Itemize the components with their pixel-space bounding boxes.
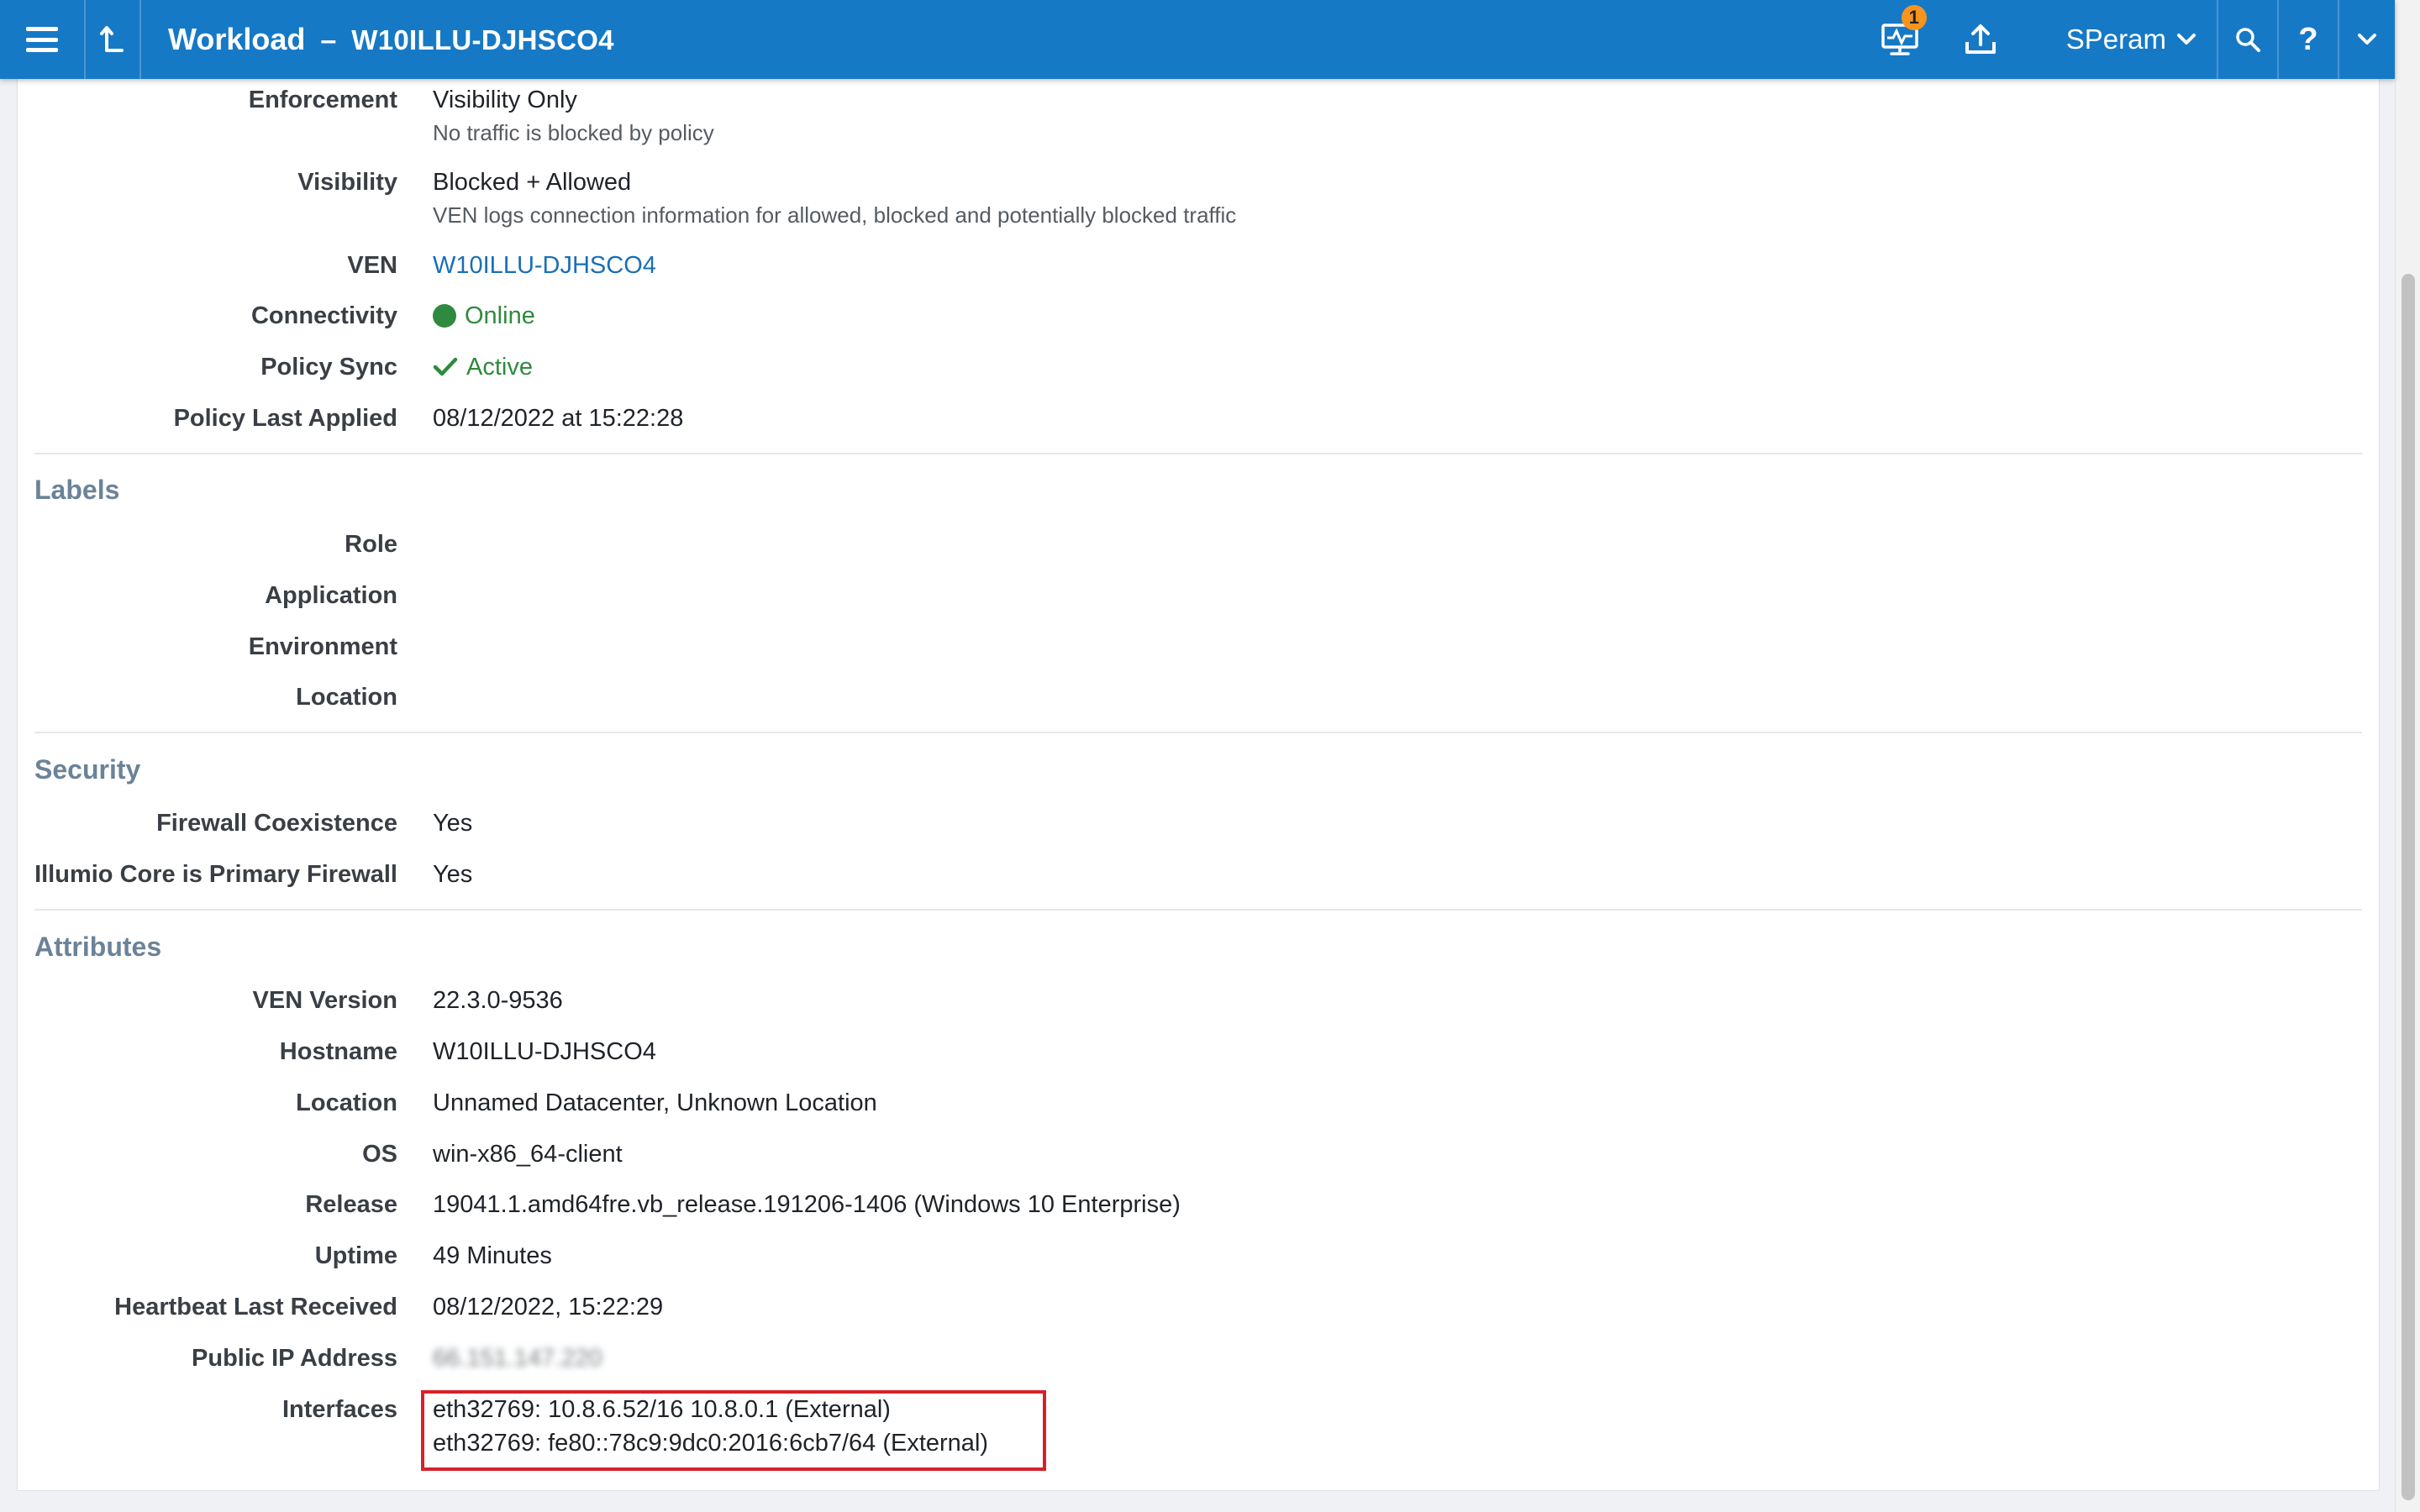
field-label: Release xyxy=(305,1191,397,1218)
page-title-separator: – xyxy=(320,24,337,56)
user-name: SPeram xyxy=(2065,24,2166,55)
user-menu-button[interactable]: SPeram xyxy=(2041,0,2217,79)
field-value: W10ILLU-DJHSCO4 xyxy=(433,1038,656,1065)
field-label: Uptime xyxy=(314,1242,397,1269)
section-divider xyxy=(34,453,2362,454)
search-icon xyxy=(2236,28,2260,52)
field-value: 08/12/2022 at 15:22:28 xyxy=(433,405,684,432)
search-button[interactable] xyxy=(2218,0,2277,79)
vertical-scrollbar[interactable] xyxy=(2395,0,2420,1512)
field-label: Policy Sync xyxy=(260,354,397,381)
field-label: Connectivity xyxy=(250,302,397,329)
field-label: Role xyxy=(345,531,397,558)
page-title-workload-name: W10ILLU-DJHSCO4 xyxy=(351,24,614,55)
notification-badge: 1 xyxy=(1901,5,1927,30)
check-icon xyxy=(433,357,458,376)
field-label: Public IP Address xyxy=(192,1345,397,1372)
policy-sync-status: Active xyxy=(433,354,533,381)
back-icon xyxy=(100,26,124,52)
workload-details-panel: Enforcement Visibility Only No traffic i… xyxy=(17,50,2380,1491)
page-title: Workload – W10ILLU-DJHSCO4 xyxy=(141,22,614,57)
chevron-down-icon xyxy=(2358,34,2376,45)
connectivity-value: Online xyxy=(465,302,535,329)
field-label: VEN xyxy=(347,252,397,279)
interfaces-highlight-box xyxy=(421,1390,1046,1471)
field-label: Illumio Core is Primary Firewall xyxy=(34,861,397,888)
field-value: 08/12/2022, 15:22:29 xyxy=(433,1294,664,1320)
scrollbar-thumb[interactable] xyxy=(2402,274,2415,1500)
section-divider xyxy=(34,909,2362,911)
policy-sync-value: Active xyxy=(466,354,533,381)
top-navigation-bar: Workload – W10ILLU-DJHSCO4 1 SPeram ? xyxy=(0,0,2395,79)
visibility-description: VEN logs connection information for allo… xyxy=(433,202,1237,228)
field-label: OS xyxy=(362,1141,397,1168)
field-label: Policy Last Applied xyxy=(173,405,397,432)
health-monitor-button[interactable]: 1 xyxy=(1866,0,1933,79)
upload-icon xyxy=(1965,24,1996,54)
field-label: Firewall Coexistence xyxy=(156,810,397,837)
enforcement-description: No traffic is blocked by policy xyxy=(433,120,714,145)
field-value: 49 Minutes xyxy=(433,1242,552,1269)
section-heading-security: Security xyxy=(34,754,141,785)
field-value: Yes xyxy=(433,861,473,888)
field-value: 19041.1.amd64fre.vb_release.191206-1406 … xyxy=(433,1191,1181,1218)
field-value: Unnamed Datacenter, Unknown Location xyxy=(433,1089,877,1116)
help-icon: ? xyxy=(2298,21,2318,57)
field-value: 22.3.0-9536 xyxy=(433,987,563,1014)
field-label: Location xyxy=(296,684,397,711)
menu-icon xyxy=(26,27,58,52)
section-divider xyxy=(34,732,2362,733)
field-label: Application xyxy=(265,582,397,609)
upload-button[interactable] xyxy=(1947,0,2014,79)
menu-button[interactable] xyxy=(0,0,84,79)
field-value: Blocked + Allowed xyxy=(433,169,632,196)
field-label: VEN Version xyxy=(252,987,397,1014)
field-label: Location xyxy=(296,1089,397,1116)
field-value: win-x86_64-client xyxy=(433,1141,623,1168)
section-heading-labels: Labels xyxy=(34,475,120,505)
public-ip-value-redacted: 66.151.147.220 xyxy=(433,1345,602,1372)
more-menu-button[interactable] xyxy=(2339,0,2395,79)
field-label: Hostname xyxy=(279,1038,397,1065)
field-value: Visibility Only xyxy=(433,87,577,113)
page-title-main: Workload xyxy=(168,22,306,56)
field-label: Environment xyxy=(248,633,397,660)
field-label: Interfaces xyxy=(281,1396,397,1423)
ven-link[interactable]: W10ILLU-DJHSCO4 xyxy=(433,252,656,280)
back-button[interactable] xyxy=(86,0,139,79)
field-label: Visibility xyxy=(297,169,397,196)
chevron-down-icon xyxy=(2177,34,2196,45)
section-heading-attributes: Attributes xyxy=(34,932,162,962)
help-button[interactable]: ? xyxy=(2279,0,2338,79)
connectivity-status: Online xyxy=(433,302,535,330)
online-status-icon xyxy=(433,304,456,328)
field-label: Enforcement xyxy=(248,87,397,113)
field-value: Yes xyxy=(433,810,473,837)
field-label: Heartbeat Last Received xyxy=(114,1294,397,1320)
